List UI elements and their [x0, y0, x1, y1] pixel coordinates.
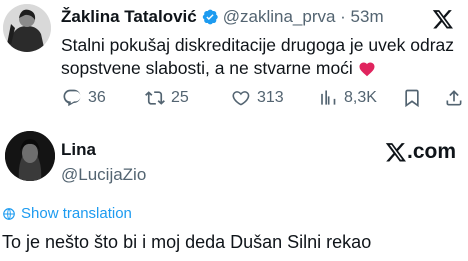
x-logo-icon: [432, 10, 453, 29]
x-logo-icon: [385, 143, 406, 162]
reply-author-avatar[interactable]: [5, 131, 55, 181]
views-chart-icon: [321, 90, 336, 105]
like-count: 313: [257, 89, 284, 106]
bookmark-icon: [405, 89, 419, 108]
brand-domain: .com: [407, 140, 457, 163]
share-icon: [446, 90, 462, 106]
like-action[interactable]: 313: [231, 88, 284, 108]
reply-author-handle[interactable]: @LucijaZio: [61, 165, 146, 185]
reply-count: 36: [88, 89, 106, 106]
reply-text: To je nešto što bi i moj deda Dušan Siln…: [2, 232, 372, 252]
reply-author-name[interactable]: Lina: [61, 140, 96, 160]
heart-outline-icon: [232, 91, 250, 106]
tweet-author-avatar[interactable]: [3, 4, 51, 52]
reply-action[interactable]: 36: [62, 88, 106, 108]
tweet-actions: 36 25 313 8,3K: [62, 88, 468, 110]
tweet-header: Žaklina Tatalović @zaklina_prva · 53m: [61, 7, 384, 27]
tweet-text: Stalni pokušaj diskreditacije drugoga je…: [61, 34, 461, 80]
embedded-tweet: Žaklina Tatalović @zaklina_prva · 53m St…: [0, 0, 468, 118]
globe-icon: [3, 207, 15, 220]
tweet-author-name[interactable]: Žaklina Tatalović: [61, 7, 197, 27]
verified-badge-icon: [202, 9, 218, 25]
red-heart-icon: [359, 62, 375, 77]
reply-icon: [63, 89, 81, 107]
views-action[interactable]: 8,3K: [318, 88, 377, 108]
x-com-brand: .com: [385, 140, 456, 164]
retweet-action[interactable]: 25: [145, 88, 189, 108]
tweet-handle-time[interactable]: @zaklina_prva · 53m: [223, 7, 384, 27]
show-translation-label: Show translation: [21, 205, 132, 222]
views-count: 8,3K: [344, 89, 377, 106]
retweet-icon: [145, 91, 165, 105]
share-action[interactable]: [444, 88, 464, 108]
tweet-text-content: Stalni pokušaj diskreditacije drugoga je…: [61, 35, 455, 78]
bookmark-action[interactable]: [402, 88, 422, 108]
retweet-count: 25: [171, 89, 189, 106]
show-translation-link[interactable]: Show translation: [2, 205, 132, 222]
